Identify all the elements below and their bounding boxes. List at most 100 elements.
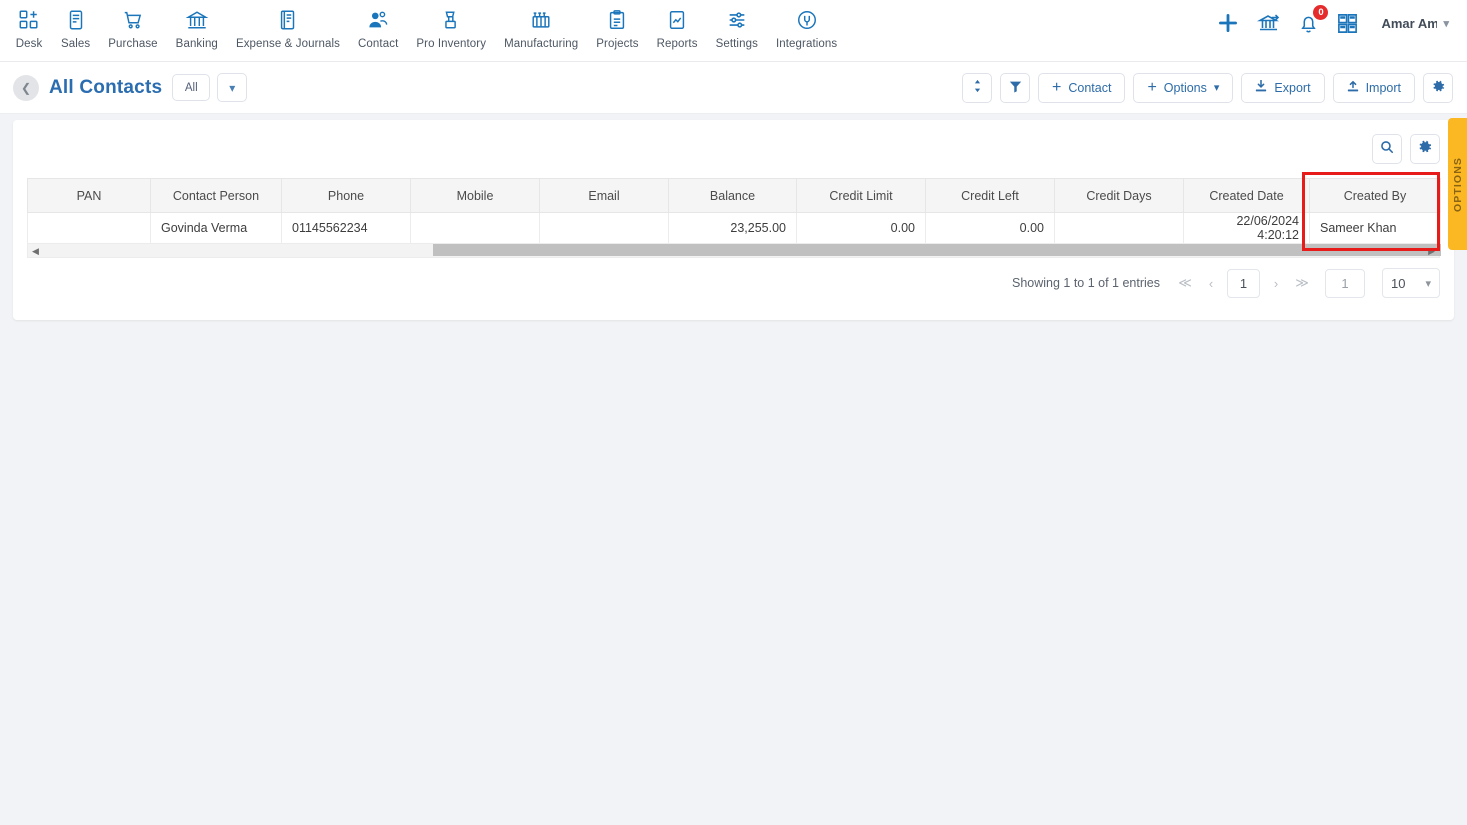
search-button[interactable] (1372, 134, 1402, 164)
nav-item-desk[interactable]: Desk (6, 0, 52, 50)
plus-icon[interactable] (1215, 10, 1241, 36)
import-button[interactable]: Import (1332, 72, 1415, 103)
nav-label: Purchase (108, 38, 158, 50)
scrollbar-thumb[interactable] (433, 244, 1441, 256)
nav-item-purchase[interactable]: Purchase (99, 0, 166, 50)
horizontal-scrollbar[interactable]: ◀ ▶ (27, 244, 1441, 258)
first-page-button[interactable]: ≪ (1172, 275, 1198, 291)
nav-label: Desk (15, 38, 43, 50)
nav-item-sales[interactable]: Sales (52, 0, 99, 50)
chevron-down-icon: ▾ (1425, 277, 1431, 290)
nav-right-actions: 0 Amar Am ▾ (1215, 0, 1467, 46)
next-page-button[interactable]: › (1263, 276, 1289, 291)
nav-label: Reports (656, 38, 698, 50)
nav-item-integrations[interactable]: Integrations (767, 0, 846, 50)
bell-icon[interactable]: 0 (1297, 4, 1329, 35)
filter-dropdown-button[interactable]: ▾ (217, 73, 248, 102)
reports-chart-icon (666, 8, 688, 32)
nav-item-manufacturing[interactable]: Manufacturing (495, 0, 587, 50)
nav-label: Sales (61, 38, 91, 50)
column-settings-button[interactable] (1410, 134, 1440, 164)
column-header-phone[interactable]: Phone (281, 178, 411, 213)
nav-item-banking[interactable]: Banking (167, 0, 227, 50)
last-page-button[interactable]: ≫ (1289, 275, 1315, 291)
export-button[interactable]: Export (1241, 72, 1325, 103)
options-button[interactable]: + Options ▾ (1133, 72, 1234, 103)
column-header-credit-days[interactable]: Credit Days (1054, 178, 1184, 213)
nav-label: Integrations (775, 38, 838, 50)
contact-people-icon (367, 8, 389, 32)
column-header-pan[interactable]: PAN (27, 178, 151, 213)
search-icon (1380, 140, 1394, 159)
table-row[interactable]: Govinda Verma 01145562234 23,255.00 0.00… (27, 212, 1441, 244)
prev-page-button[interactable]: ‹ (1198, 276, 1224, 291)
triangle-right-icon[interactable]: ▶ (1426, 246, 1435, 256)
page-subheader: ❮ All Contacts All ▾ + Contact + Options… (0, 62, 1467, 114)
column-header-mobile[interactable]: Mobile (410, 178, 540, 213)
cell-pan (27, 212, 151, 244)
cell-credit-left: 0.00 (925, 212, 1055, 244)
sort-button[interactable] (962, 72, 993, 103)
chevron-down-icon: ▾ (1443, 17, 1449, 30)
back-button[interactable]: ❮ (13, 74, 39, 101)
contacts-card: PAN Contact Person Phone Mobile Email Ba… (13, 120, 1454, 320)
cell-phone: 01145562234 (281, 212, 411, 244)
nav-label: Manufacturing (504, 38, 579, 50)
cell-email (539, 212, 669, 244)
cell-created-by: Sameer Khan (1309, 212, 1441, 244)
chevron-down-icon: ▾ (1213, 82, 1220, 94)
import-label: Import (1365, 80, 1401, 95)
nav-item-reports[interactable]: Reports (648, 0, 707, 50)
nav-label: Expense & Journals (235, 38, 341, 50)
inventory-box-icon (440, 8, 462, 32)
gear-icon (1432, 80, 1445, 96)
purchase-cart-icon (122, 8, 144, 32)
triangle-left-icon[interactable]: ◀ (32, 246, 41, 256)
filter-chip-all[interactable]: All (172, 74, 211, 101)
nav-item-expense-journals[interactable]: Expense & Journals (227, 0, 349, 50)
side-options-label: OPTIONS (1451, 156, 1464, 212)
page-size-select[interactable]: 10 ▾ (1382, 268, 1440, 298)
contacts-table: PAN Contact Person Phone Mobile Email Ba… (27, 178, 1441, 244)
nav-item-contact[interactable]: Contact (349, 0, 407, 50)
column-header-created-date[interactable]: Created Date (1183, 178, 1310, 213)
banking-bank-icon (185, 8, 208, 32)
options-label: Options (1163, 80, 1207, 95)
jump-to-page-input[interactable]: 1 (1325, 268, 1365, 298)
settings-button[interactable] (1423, 72, 1453, 103)
add-contact-button[interactable]: + Contact (1038, 72, 1126, 103)
download-icon (1255, 79, 1267, 96)
current-page-input[interactable]: 1 (1227, 268, 1260, 298)
nav-item-projects[interactable]: Projects (587, 0, 647, 50)
column-header-balance[interactable]: Balance (668, 178, 797, 213)
nav-label: Banking (175, 38, 218, 50)
table-body: Govinda Verma 01145562234 23,255.00 0.00… (27, 212, 1441, 244)
cell-created-date: 22/06/2024 4:20:12 (1183, 212, 1310, 244)
column-header-credit-left[interactable]: Credit Left (925, 178, 1055, 213)
chevron-down-icon: ▾ (229, 80, 236, 95)
projects-clipboard-icon (606, 8, 628, 32)
expense-book-icon (277, 8, 299, 32)
pagination-info: Showing 1 to 1 of 1 entries (1011, 276, 1160, 290)
column-header-credit-limit[interactable]: Credit Limit (796, 178, 926, 213)
notification-badge: 0 (1313, 4, 1329, 20)
nav-item-settings[interactable]: Settings (707, 0, 767, 50)
upload-icon (1347, 80, 1359, 96)
column-header-contact-person[interactable]: Contact Person (150, 178, 282, 213)
page-title: All Contacts (49, 76, 163, 98)
integrations-plug-icon (796, 8, 818, 32)
filter-button[interactable] (1000, 72, 1031, 103)
column-header-created-by[interactable]: Created By (1309, 178, 1441, 213)
user-menu[interactable]: Amar Am ▾ (1381, 16, 1449, 31)
nav-item-pro-inventory[interactable]: Pro Inventory (407, 0, 495, 50)
nav-items: Desk Sales Purchase Banking Expense & Jo… (0, 0, 846, 50)
plus-icon: + (1052, 78, 1062, 96)
side-options-tab[interactable]: OPTIONS (1448, 118, 1467, 250)
bank-transfer-icon[interactable] (1257, 11, 1281, 35)
column-header-email[interactable]: Email (539, 178, 669, 213)
apps-grid-icon[interactable] (1336, 12, 1359, 35)
manufacturing-factory-icon (530, 8, 552, 32)
cell-mobile (410, 212, 540, 244)
add-contact-label: Contact (1068, 80, 1112, 95)
pagination-controls: Showing 1 to 1 of 1 entries ≪ ‹ 1 › ≫ 1 … (1012, 268, 1440, 298)
